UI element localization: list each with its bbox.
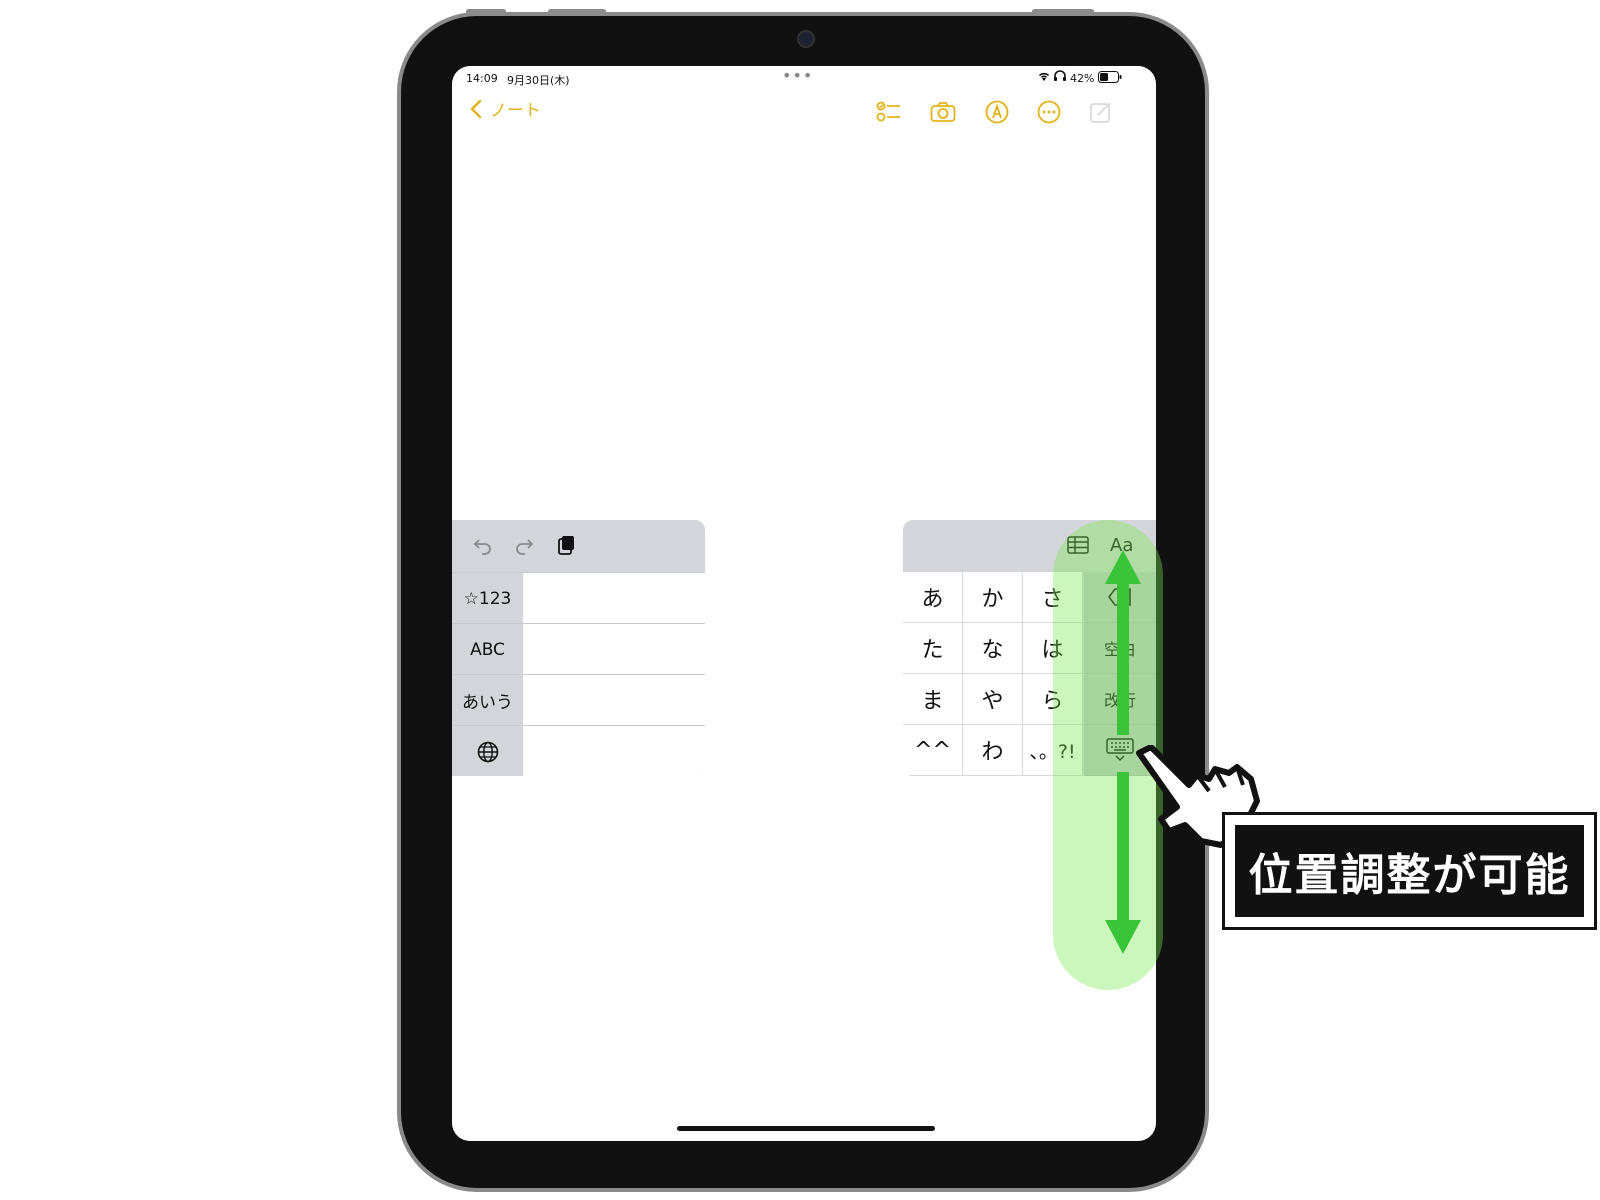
- compose-icon[interactable]: [1088, 100, 1114, 124]
- checklist-icon[interactable]: [876, 100, 902, 124]
- home-indicator: [677, 1126, 935, 1131]
- keyboard-row: ABC: [452, 623, 705, 675]
- volume-button: [548, 9, 606, 14]
- abc-key[interactable]: ABC: [452, 624, 523, 675]
- keyboard-row: あいう: [452, 674, 705, 726]
- kana-key[interactable]: あいう: [452, 675, 523, 726]
- paste-icon[interactable]: [555, 534, 577, 556]
- kana-key-a[interactable]: あ: [903, 572, 963, 623]
- empty-key-area: [523, 675, 705, 726]
- kana-key-wa[interactable]: わ: [963, 725, 1023, 776]
- empty-key-area: [523, 573, 705, 624]
- kana-key-na[interactable]: な: [963, 623, 1023, 674]
- kana-key-ta[interactable]: た: [903, 623, 963, 674]
- status-time: 14:09: [466, 72, 498, 85]
- headphones-icon: [1053, 70, 1067, 85]
- callout-text: 位置調整が可能: [1235, 825, 1584, 917]
- callout-box: 位置調整が可能: [1222, 812, 1597, 930]
- battery-icon: [1098, 71, 1122, 86]
- globe-key[interactable]: [452, 726, 523, 776]
- empty-key-area: [523, 726, 705, 776]
- multitasking-dots[interactable]: •••: [782, 66, 813, 85]
- kana-key-ka[interactable]: か: [963, 572, 1023, 623]
- globe-icon: [477, 741, 498, 762]
- redo-icon[interactable]: [513, 534, 535, 556]
- arrow-up-icon: [1105, 550, 1141, 584]
- empty-key-area: [523, 624, 705, 675]
- arrow-up-shaft: [1117, 575, 1129, 735]
- volume-button: [466, 9, 506, 14]
- emoticon-key[interactable]: ^^: [903, 725, 963, 776]
- arrow-down-shaft: [1117, 772, 1129, 924]
- camera-icon[interactable]: [930, 100, 956, 124]
- keyboard-row: ☆123: [452, 572, 705, 624]
- back-label: ノート: [490, 101, 541, 121]
- markup-icon[interactable]: [984, 100, 1010, 124]
- arrow-down-icon: [1105, 920, 1141, 954]
- more-icon[interactable]: [1036, 100, 1062, 124]
- symbols-number-key[interactable]: ☆123: [452, 573, 523, 624]
- back-button[interactable]: ノート: [470, 96, 541, 121]
- battery-percent: 42%: [1070, 72, 1095, 85]
- left-keyboard-panel: ☆123 ABC あいう: [452, 520, 705, 776]
- screen: 14:09 9月30日(木) ••• 42% ノート ☆123 ABC あいう …: [452, 66, 1156, 1141]
- undo-icon[interactable]: [472, 534, 494, 556]
- keyboard-toolbar: [452, 520, 705, 572]
- power-button: [1032, 9, 1094, 14]
- kana-key-ya[interactable]: や: [963, 674, 1023, 725]
- wifi-icon: [1037, 70, 1051, 85]
- front-camera: [797, 30, 815, 48]
- chevron-left-icon: [470, 99, 482, 118]
- status-date: 9月30日(木): [507, 74, 570, 87]
- keyboard-row: [452, 725, 705, 776]
- kana-key-ma[interactable]: ま: [903, 674, 963, 725]
